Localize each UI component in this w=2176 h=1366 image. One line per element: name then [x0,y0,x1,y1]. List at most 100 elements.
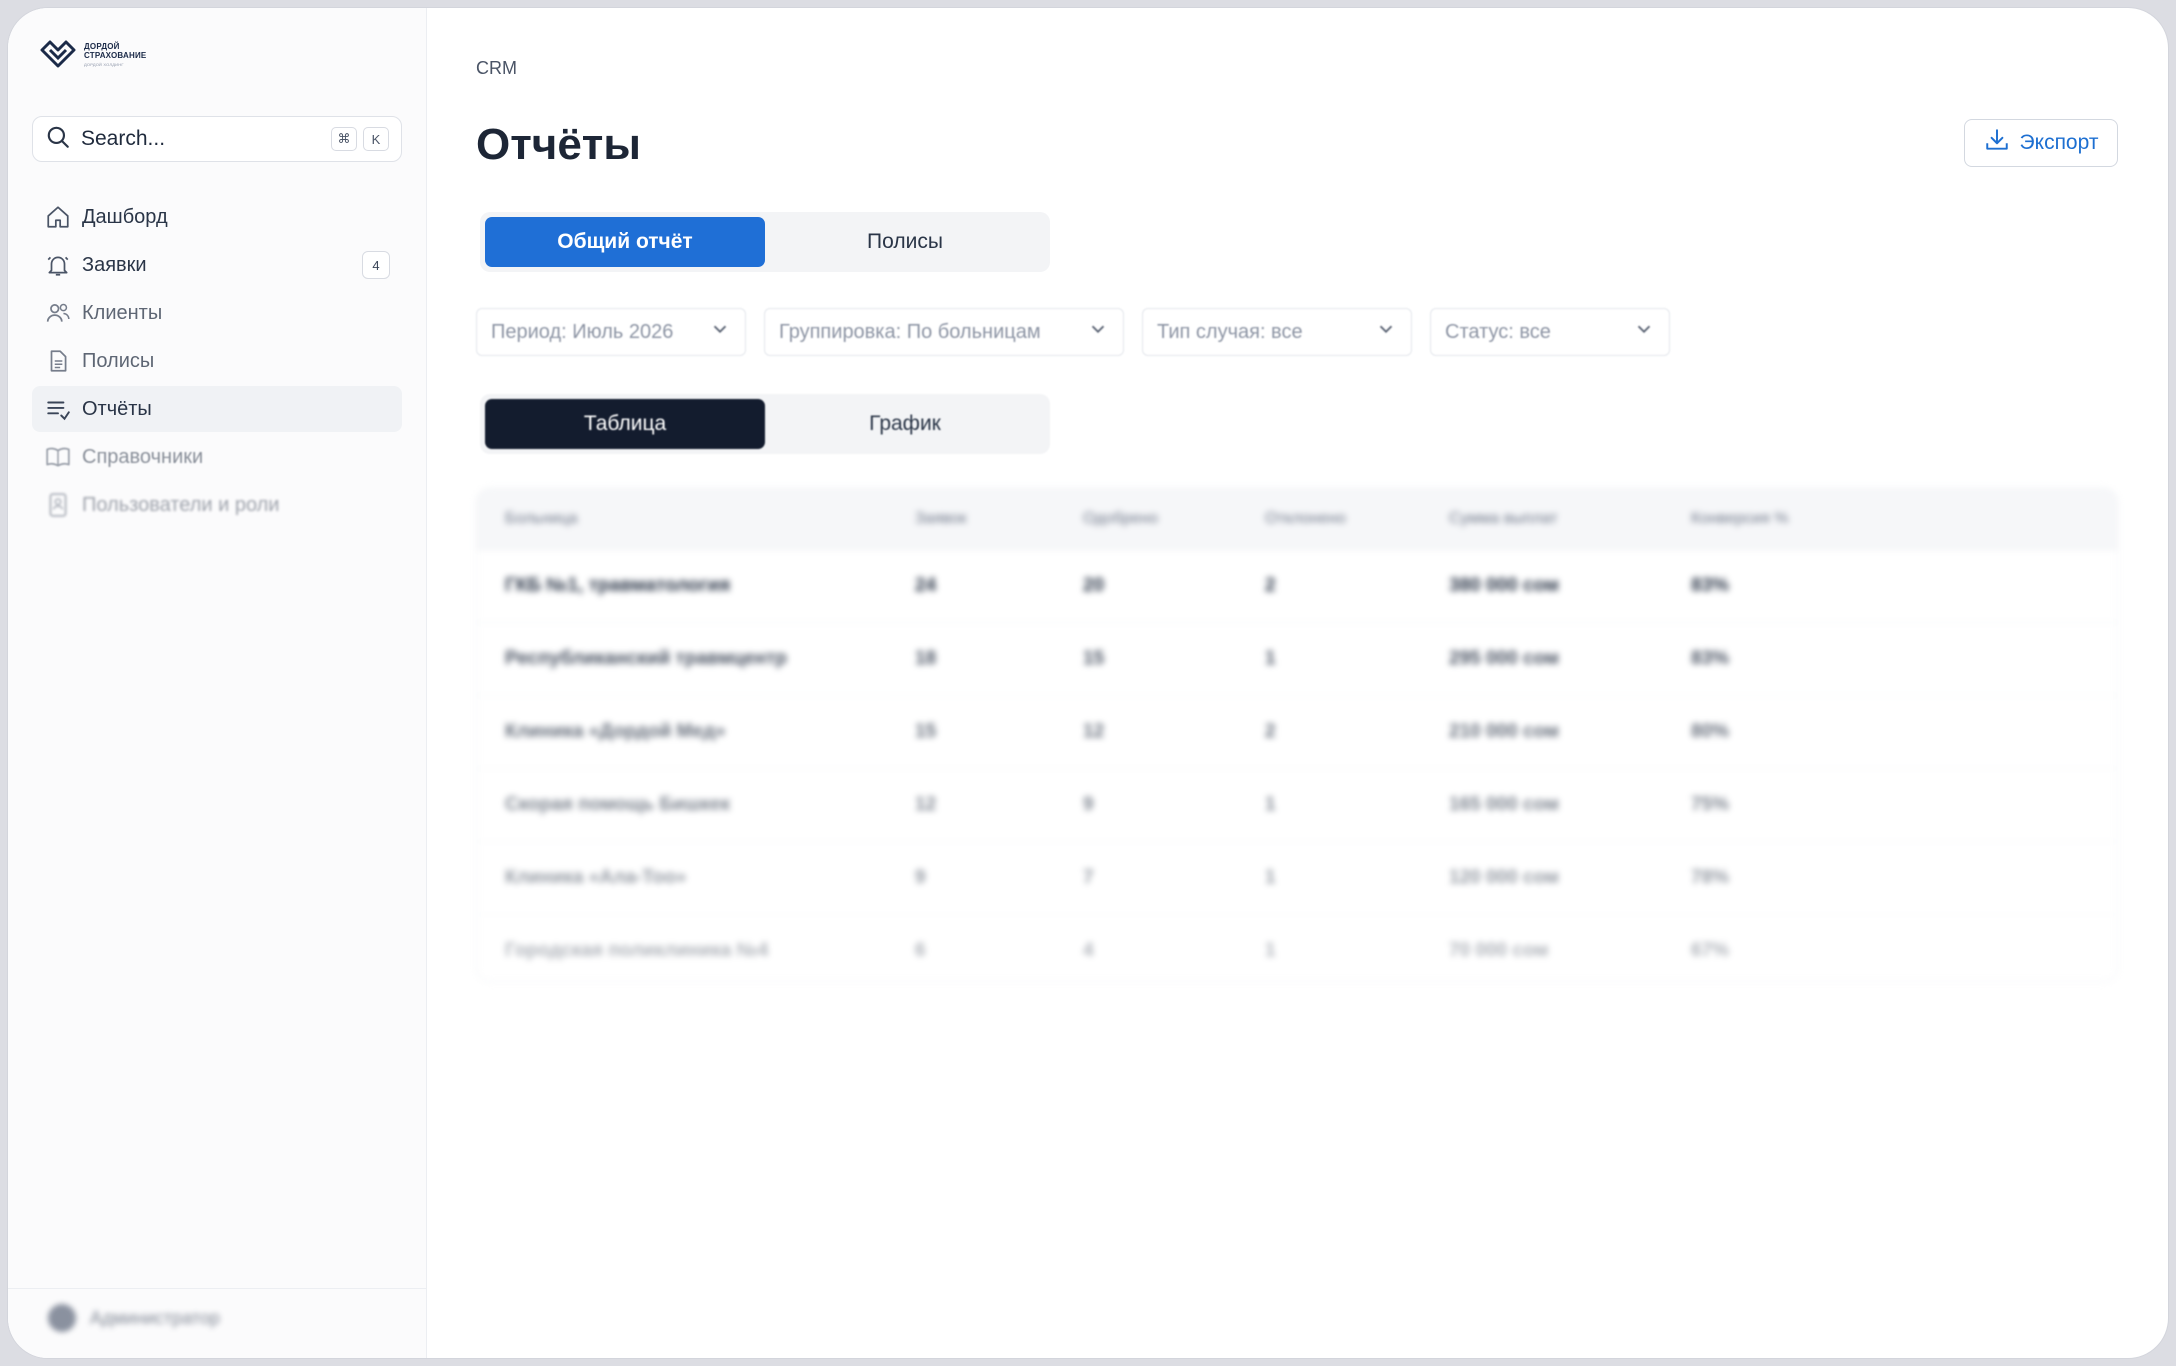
cell-rejected: 1 [1265,648,1276,669]
export-button[interactable]: Экспорт [1964,119,2118,167]
home-icon [44,203,72,231]
cell-conversion: 80% [1691,721,1730,742]
cell-approved: 7 [1083,867,1094,888]
column-header-conversion[interactable]: Конверсия % [1691,510,1891,528]
sidebar-divider [8,1288,426,1289]
cell-requests: 24 [915,575,937,596]
table-row[interactable]: Республиканский травмцентр 18 15 1 295 0… [477,622,2117,695]
shortcut-cmd-key: ⌘ [331,127,357,151]
cell-hospital: Городская поликлиника №4 [505,940,769,961]
chevron-down-icon [1375,318,1397,346]
app-window: ДОРДОЙ СТРАХОВАНИЕ ДОРДОЙ ХОЛДИНГ Search… [8,8,2168,1358]
sidebar-item-dashboard[interactable]: Дашборд [32,194,402,240]
cell-hospital: Клиника «Ала-Тоо» [505,867,687,888]
avatar [48,1304,76,1332]
sidebar-nav: Дашборд Заявки 4 Клиенты Полисы Отчёты С… [32,194,402,530]
sidebar-item-label: Отчёты [82,397,152,420]
book-icon [44,443,72,471]
column-header-payout-sum[interactable]: Сумма выплат [1449,510,1691,528]
column-header-requests[interactable]: Заявок [915,510,1083,528]
cell-conversion: 83% [1691,648,1730,669]
sidebar: ДОРДОЙ СТРАХОВАНИЕ ДОРДОЙ ХОЛДИНГ Search… [8,8,427,1358]
breadcrumb[interactable]: CRM [476,58,517,79]
cell-conversion: 75% [1691,794,1730,815]
table-row[interactable]: ГКБ №1, травматология 24 20 2 380 000 со… [477,549,2117,622]
cell-approved: 20 [1083,575,1105,596]
brand-logo[interactable]: ДОРДОЙ СТРАХОВАНИЕ ДОРДОЙ ХОЛДИНГ [38,38,146,73]
report-type-tabs: Общий отчёт Полисы [480,212,1050,272]
cell-requests: 6 [915,940,926,961]
document-icon [44,347,72,375]
filter-label: Тип случая: все [1157,320,1303,343]
cell-conversion: 83% [1691,575,1730,596]
cell-rejected: 1 [1265,794,1276,815]
column-header-rejected[interactable]: Отклонено [1265,510,1449,528]
bell-icon [44,251,72,279]
status-filter-select[interactable]: Статус: все [1430,308,1670,356]
search-input[interactable]: Search... [81,127,325,151]
sidebar-item-requests[interactable]: Заявки 4 [32,242,402,288]
grouping-filter-select[interactable]: Группировка: По больницам [764,308,1124,356]
brand-line-1: ДОРДОЙ [84,42,120,51]
tab-general-report[interactable]: Общий отчёт [485,217,765,267]
tab-chart-view[interactable]: График [765,399,1045,449]
cell-hospital: ГКБ №1, травматология [505,575,731,596]
cell-payout-sum: 165 000 сом [1449,794,1559,815]
sidebar-item-label: Пользователи и роли [82,493,280,516]
user-name: Администратор [90,1307,220,1328]
sidebar-item-users-roles[interactable]: Пользователи и роли [32,482,402,528]
sidebar-item-reports[interactable]: Отчёты [32,386,402,432]
cell-rejected: 2 [1265,721,1276,742]
cell-hospital: Скорая помощь Бишкек [505,794,731,815]
cell-payout-sum: 380 000 сом [1449,575,1559,596]
period-filter-select[interactable]: Период: Июль 2026 [476,308,746,356]
sidebar-item-references[interactable]: Справочники [32,434,402,480]
cell-approved: 12 [1083,721,1105,742]
search-box[interactable]: Search... ⌘ K [32,116,402,162]
table-row[interactable]: Скорая помощь Бишкек 12 9 1 165 000 сом … [477,768,2117,841]
search-icon [45,124,71,155]
cell-payout-sum: 210 000 сом [1449,721,1559,742]
cell-conversion: 78% [1691,867,1730,888]
requests-count-badge: 4 [362,251,390,279]
users-icon [44,299,72,327]
cell-requests: 18 [915,648,937,669]
cell-approved: 9 [1083,794,1094,815]
case-type-filter-select[interactable]: Тип случая: все [1142,308,1412,356]
chevron-down-icon [709,318,731,346]
tab-table-view[interactable]: Таблица [485,399,765,449]
page-title: Отчёты [476,120,641,169]
sidebar-item-label: Заявки [82,253,147,276]
sidebar-item-clients[interactable]: Клиенты [32,290,402,336]
main-content: CRM Отчёты Экспорт Общий отчёт Полисы Пе… [426,8,2168,1358]
column-header-approved[interactable]: Одобрено [1083,510,1265,528]
table-row[interactable]: Клиника «Дордой Мед» 15 12 2 210 000 сом… [477,695,2117,768]
column-header-hospital[interactable]: Больница [477,510,915,528]
brand-name: ДОРДОЙ СТРАХОВАНИЕ ДОРДОЙ ХОЛДИНГ [84,42,146,69]
table-row[interactable]: Клиника «Ала-Тоо» 9 7 1 120 000 сом 78% [477,841,2117,914]
shortcut-k-key: K [363,127,389,151]
chevron-down-icon [1633,318,1655,346]
export-label: Экспорт [2019,131,2099,154]
filter-label: Группировка: По больницам [779,320,1041,343]
cell-payout-sum: 295 000 сом [1449,648,1559,669]
sidebar-item-label: Полисы [82,349,155,372]
tab-policies[interactable]: Полисы [765,217,1045,267]
brand-line-2: СТРАХОВАНИЕ [84,51,147,60]
report-list-icon [44,395,72,423]
sidebar-item-label: Дашборд [82,205,168,228]
user-profile[interactable]: Администратор [48,1304,220,1332]
brand-mark-icon [38,38,78,73]
cell-payout-sum: 70 000 сом [1449,940,1549,961]
sidebar-item-policies[interactable]: Полисы [32,338,402,384]
sidebar-item-label: Справочники [82,445,204,468]
download-icon [1984,127,2010,159]
filter-label: Статус: все [1445,320,1551,343]
cell-rejected: 1 [1265,940,1276,961]
cell-requests: 9 [915,867,926,888]
table-row[interactable]: Городская поликлиника №4 6 4 1 70 000 со… [477,914,2117,981]
filter-bar: Период: Июль 2026 Группировка: По больни… [476,308,1670,356]
cell-approved: 15 [1083,648,1105,669]
cell-requests: 12 [915,794,937,815]
cell-hospital: Клиника «Дордой Мед» [505,721,726,742]
